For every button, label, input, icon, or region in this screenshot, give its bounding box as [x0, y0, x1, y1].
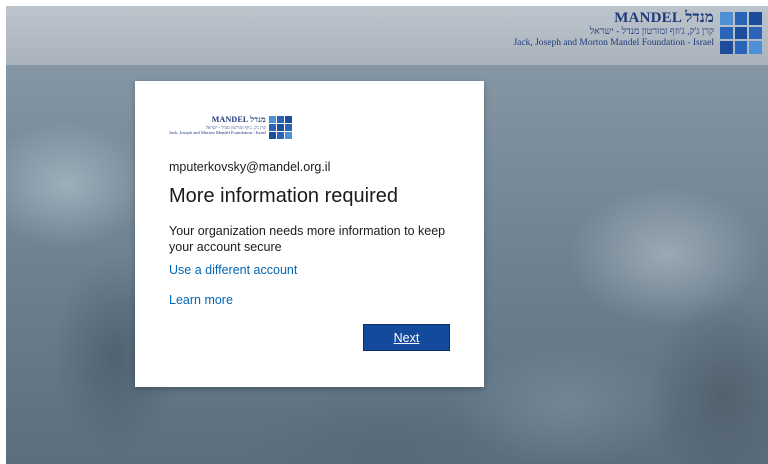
- logo-english-subtitle: Jack, Joseph and Morton Mandel Foundatio…: [513, 38, 714, 49]
- card-logo-name: MANDEL מנדל: [211, 115, 266, 124]
- use-different-account-link[interactable]: Use a different account: [169, 263, 297, 277]
- page-title: More information required: [169, 185, 398, 207]
- logo-name: MANDEL מנדל: [614, 10, 714, 26]
- learn-more-link[interactable]: Learn more: [169, 293, 233, 307]
- logo-hebrew-subtitle: קרן ג'ק, ג'וזף ומורטון מנדל - ישראל: [589, 27, 714, 38]
- description-text: Your organization needs more information…: [169, 224, 446, 254]
- card-logo-english: Jack, Joseph and Morton Mandel Foundatio…: [169, 130, 266, 136]
- card-logo-grid-icon: [268, 116, 292, 139]
- mandel-logo: MANDEL מנדל קרן ג'ק, ג'וזף ומורטון מנדל …: [513, 10, 762, 60]
- sign-in-card: MANDEL מנדל קרן ג'ק, ג'וזף ומורטון מנדל …: [135, 81, 484, 387]
- card-logo: MANDEL מנדל קרן ג'ק, ג'וזף ומורטון מנדל …: [169, 115, 292, 139]
- logo-grid-icon: [720, 12, 762, 54]
- next-button[interactable]: Next: [363, 324, 450, 351]
- account-email: mputerkovsky@mandel.org.il: [169, 160, 331, 174]
- top-banner: MANDEL מנדל קרן ג'ק, ג'וזף ומורטון מנדל …: [6, 6, 768, 65]
